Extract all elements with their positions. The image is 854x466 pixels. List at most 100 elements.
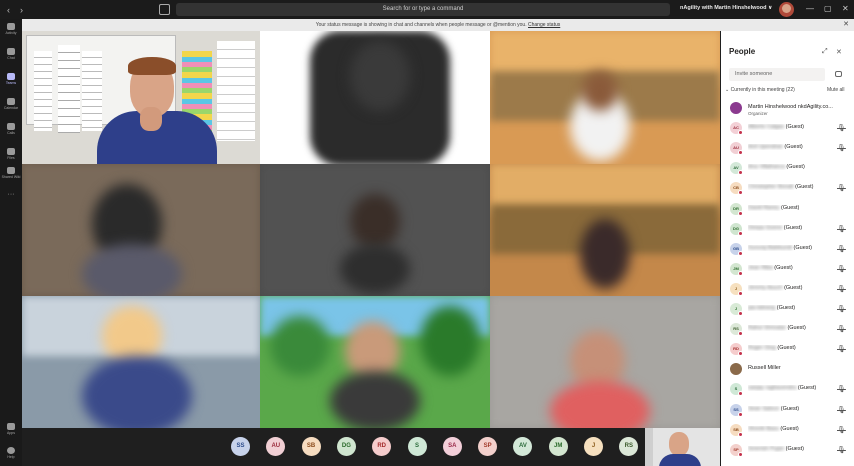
participant-strip: SS AU SB DG RD S SA SP AV JM J RS: [22, 428, 720, 466]
participant-name: Deepa Goene (Guest): [748, 224, 803, 231]
participant-chip[interactable]: JM: [548, 437, 568, 456]
participant-row[interactable]: RS Rahul Shrivatar (Guest) 🎙︎: [721, 320, 854, 340]
back-icon[interactable]: ‹: [7, 5, 10, 15]
rail-item-shared-wiki[interactable]: Shared Wiki: [0, 167, 22, 179]
rail-item-apps[interactable]: Apps: [0, 423, 22, 435]
participant-row[interactable]: Russell Miller: [721, 360, 854, 380]
chevron-down-icon: ⌄: [725, 87, 730, 93]
mic-off-icon[interactable]: 🎙︎: [837, 446, 846, 454]
participant-row[interactable]: DG Deepa Goene (Guest) 🎙︎: [721, 220, 854, 240]
participant-row[interactable]: RD Roger Diog (Guest) 🎙︎: [721, 340, 854, 360]
avatar[interactable]: [779, 2, 794, 17]
minimize-icon[interactable]: —: [806, 4, 814, 13]
mic-off-icon[interactable]: 🎙︎: [837, 144, 846, 152]
participant-chip[interactable]: AU: [266, 437, 286, 456]
video-tile-9[interactable]: [490, 296, 720, 428]
presence-dot: [738, 391, 743, 397]
rail-item-files[interactable]: Files: [0, 148, 22, 160]
status-banner: Your status message is showing in chat a…: [22, 19, 854, 31]
org-switcher[interactable]: nAgility with Martin Hinshelwood ∨: [680, 5, 772, 11]
participant-row[interactable]: CB Christopher Bonalt (Guest) 🎙︎: [721, 179, 854, 199]
rail-item-calendar[interactable]: Calendar: [0, 98, 22, 110]
mic-off-icon[interactable]: 🎙︎: [837, 345, 846, 353]
participant-chip[interactable]: S: [407, 437, 427, 456]
mute-all-button[interactable]: Mute all: [827, 87, 845, 93]
rail-item-activity[interactable]: Activity: [0, 23, 22, 35]
mic-off-icon[interactable]: 🎙︎: [837, 184, 846, 192]
mic-off-icon[interactable]: 🎙︎: [837, 305, 846, 313]
video-tile-speaker[interactable]: [22, 31, 260, 164]
rail-item-calls[interactable]: Calls: [0, 123, 22, 135]
participant-row[interactable]: AV Ana Villafranca (Guest): [721, 159, 854, 179]
participant-name: Jeremy Asuch (Guest): [748, 284, 803, 291]
mic-off-icon[interactable]: 🎙︎: [837, 285, 846, 293]
maximize-icon[interactable]: ▢: [824, 4, 832, 13]
mic-off-icon[interactable]: 🎙︎: [837, 406, 846, 414]
video-tile-8[interactable]: [260, 296, 490, 428]
close-icon[interactable]: ✕: [842, 4, 849, 13]
presence-dot: [738, 190, 743, 196]
banner-close-icon[interactable]: ✕: [843, 19, 849, 31]
compose-icon[interactable]: [159, 4, 170, 15]
participant-row[interactable]: Martin Hinshelwood nkdAgility.co... Organ…: [721, 99, 854, 119]
close-panel-icon[interactable]: ✕: [836, 48, 842, 56]
invite-input[interactable]: Invite someone: [729, 68, 825, 81]
search-input[interactable]: Search for or type a command: [176, 3, 670, 16]
participant-row[interactable]: Ssanjay raghavendra (Guest) 🎙︎: [721, 380, 854, 400]
mic-off-icon[interactable]: 🎙︎: [837, 124, 846, 132]
rail-item-help[interactable]: Help: [0, 447, 22, 459]
participant-row[interactable]: Jjaa-lateang (Guest) 🎙︎: [721, 300, 854, 320]
mic-off-icon[interactable]: 🎙︎: [837, 385, 846, 393]
participant-chip[interactable]: RD: [372, 437, 392, 456]
video-grid: [22, 31, 720, 428]
participant-row[interactable]: JM Jean Riba (Guest) 🎙︎: [721, 260, 854, 280]
more-icon[interactable]: ···: [0, 191, 22, 198]
participant-name: Alberto Calgas (Guest): [748, 124, 804, 131]
panel-title: People: [729, 47, 756, 56]
participant-name: Sreerish Pujari (Guest): [748, 445, 804, 452]
participant-chip[interactable]: SS: [231, 437, 250, 456]
rail-item-chat[interactable]: Chat: [0, 48, 22, 60]
participant-row[interactable]: AC Alberto Calgas (Guest) 🎙︎: [721, 119, 854, 139]
video-tile-2[interactable]: [260, 31, 490, 164]
presence-dot: [738, 411, 743, 417]
video-tile-3[interactable]: [490, 31, 720, 164]
forward-icon[interactable]: ›: [20, 5, 23, 15]
mic-off-icon[interactable]: 🎙︎: [837, 265, 846, 273]
mic-off-icon[interactable]: 🎙︎: [837, 245, 846, 253]
rail-item-teams[interactable]: Teams: [0, 73, 22, 85]
participant-row[interactable]: SP Sreerish Pujari (Guest) 🎙︎: [721, 441, 854, 461]
presence-dot: [738, 170, 743, 176]
change-status-link[interactable]: Change status: [528, 22, 560, 28]
presence-dot: [738, 270, 743, 276]
participant-chip[interactable]: SP: [478, 437, 498, 456]
section-header[interactable]: ⌄ Currently in this meeting (22): [725, 87, 795, 93]
presence-dot: [738, 331, 743, 337]
participant-row[interactable]: SB Shonik Basu (Guest) 🎙︎: [721, 421, 854, 441]
presence-dot: [738, 150, 743, 156]
participant-row[interactable]: AU Anil Upendran (Guest) 🎙︎: [721, 139, 854, 159]
participant-row[interactable]: GB Gururaj Balekundi (Guest) 🎙︎: [721, 240, 854, 260]
share-invite-icon[interactable]: [835, 71, 842, 77]
video-tile-5[interactable]: [260, 164, 490, 296]
video-tile-4[interactable]: [22, 164, 260, 296]
video-tile-6[interactable]: [490, 164, 720, 296]
participant-chip[interactable]: DG: [336, 437, 356, 456]
participant-chip[interactable]: SA: [442, 437, 462, 456]
participant-chip[interactable]: AV: [513, 437, 533, 456]
mic-off-icon[interactable]: 🎙︎: [837, 225, 846, 233]
app-rail: Activity Chat Teams Calendar Calls Files…: [0, 19, 22, 466]
help-icon: [7, 447, 15, 454]
participant-chip[interactable]: SB: [301, 437, 321, 456]
participant-name: sanjay raghavendra (Guest): [748, 385, 817, 392]
participant-chip[interactable]: RS: [619, 437, 639, 456]
participant-row[interactable]: SS Sean Saloce (Guest) 🎙︎: [721, 401, 854, 421]
participant-row[interactable]: DR David Raney (Guest): [721, 200, 854, 220]
mic-off-icon[interactable]: 🎙︎: [837, 325, 846, 333]
participant-chip[interactable]: J: [584, 437, 603, 456]
pop-out-icon[interactable]: ⤢: [822, 48, 828, 56]
mic-off-icon[interactable]: 🎙︎: [837, 426, 846, 434]
participant-row[interactable]: J Jeremy Asuch (Guest) 🎙︎: [721, 280, 854, 300]
self-view-video[interactable]: [645, 428, 720, 466]
video-tile-7[interactable]: [22, 296, 260, 428]
